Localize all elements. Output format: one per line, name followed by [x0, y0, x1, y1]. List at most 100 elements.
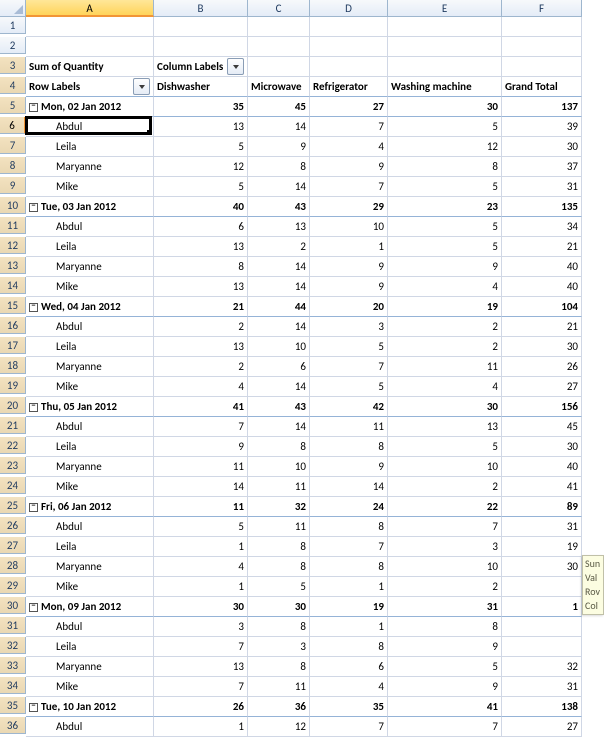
pivot-item-value[interactable]: 9	[310, 277, 388, 297]
row-header[interactable]: 26	[0, 517, 26, 534]
pivot-item-value[interactable]: 13	[248, 217, 310, 237]
pivot-item-row[interactable]: Abdul	[26, 517, 154, 537]
pivot-item-value[interactable]: 7	[388, 517, 502, 537]
pivot-item-value[interactable]: 7	[310, 717, 388, 737]
collapse-icon[interactable]	[29, 303, 38, 312]
pivot-group-value[interactable]: 135	[502, 197, 582, 217]
pivot-item-value[interactable]: 1	[154, 537, 248, 557]
row-header[interactable]: 27	[0, 537, 26, 554]
pivot-item-row[interactable]: Leila	[26, 237, 154, 257]
pivot-item-value[interactable]: 19	[502, 537, 582, 557]
pivot-item-value[interactable]: 8	[388, 157, 502, 177]
pivot-item-value[interactable]: 10	[310, 217, 388, 237]
pivot-item-value[interactable]: 5	[154, 177, 248, 197]
pivot-column-header[interactable]: Grand Total	[502, 77, 582, 97]
pivot-item-value[interactable]: 4	[388, 277, 502, 297]
row-labels-cell[interactable]: Row Labels	[26, 77, 154, 97]
pivot-item-value[interactable]: 11	[248, 677, 310, 697]
pivot-item-value[interactable]: 7	[310, 177, 388, 197]
pivot-item-value[interactable]: 8	[310, 437, 388, 457]
pivot-item-value[interactable]: 12	[248, 717, 310, 737]
pivot-item-value[interactable]: 13	[154, 337, 248, 357]
pivot-item-value[interactable]: 2	[388, 477, 502, 497]
collapse-icon[interactable]	[29, 703, 38, 712]
pivot-item-value[interactable]: 7	[310, 117, 388, 137]
pivot-item-value[interactable]: 10	[248, 337, 310, 357]
pivot-group-value[interactable]: 138	[502, 697, 582, 717]
pivot-item-value[interactable]: 9	[310, 157, 388, 177]
pivot-item-value[interactable]: 13	[154, 117, 248, 137]
pivot-group-value[interactable]: 19	[388, 297, 502, 317]
pivot-item-value[interactable]: 5	[388, 217, 502, 237]
pivot-group-value[interactable]: 31	[388, 597, 502, 617]
pivot-item-value[interactable]: 1	[154, 577, 248, 597]
pivot-group-value[interactable]: 156	[502, 397, 582, 417]
pivot-item-value[interactable]: 12	[388, 137, 502, 157]
row-header[interactable]: 11	[0, 217, 26, 234]
pivot-item-value[interactable]: 9	[310, 457, 388, 477]
pivot-group-value[interactable]: 30	[154, 597, 248, 617]
pivot-item-value[interactable]: 5	[310, 337, 388, 357]
row-header[interactable]: 12	[0, 237, 26, 254]
collapse-icon[interactable]	[29, 103, 38, 112]
row-header[interactable]: 15	[0, 297, 26, 314]
column-header-C[interactable]: C	[248, 0, 310, 17]
pivot-item-value[interactable]: 2	[154, 317, 248, 337]
cell[interactable]	[310, 57, 388, 77]
pivot-item-value[interactable]: 14	[154, 477, 248, 497]
row-header[interactable]: 18	[0, 357, 26, 374]
pivot-group-value[interactable]: 44	[248, 297, 310, 317]
pivot-item-value[interactable]: 9	[388, 677, 502, 697]
pivot-item-value[interactable]: 8	[310, 517, 388, 537]
row-header[interactable]: 5	[0, 97, 26, 114]
pivot-column-header[interactable]: Washing machine	[388, 77, 502, 97]
pivot-group-value[interactable]: 19	[310, 597, 388, 617]
pivot-item-value[interactable]: 8	[248, 437, 310, 457]
pivot-column-header[interactable]: Refrigerator	[310, 77, 388, 97]
pivot-item-value[interactable]: 5	[154, 137, 248, 157]
cell[interactable]	[388, 17, 502, 37]
pivot-item-value[interactable]: 40	[502, 257, 582, 277]
row-header[interactable]: 7	[0, 137, 26, 154]
row-header[interactable]: 17	[0, 337, 26, 354]
pivot-group-value[interactable]: 43	[248, 197, 310, 217]
select-all-corner[interactable]	[0, 0, 26, 17]
pivot-group-row[interactable]: Thu, 05 Jan 2012	[26, 397, 154, 417]
cell[interactable]	[310, 37, 388, 57]
row-header[interactable]: 3	[0, 57, 26, 74]
row-header[interactable]: 31	[0, 617, 26, 634]
pivot-item-value[interactable]: 14	[248, 377, 310, 397]
pivot-group-value[interactable]: 104	[502, 297, 582, 317]
pivot-item-value[interactable]: 8	[154, 257, 248, 277]
pivot-item-value[interactable]: 5	[388, 237, 502, 257]
pivot-item-value[interactable]: 9	[248, 137, 310, 157]
pivot-item-value[interactable]: 3	[154, 617, 248, 637]
column-labels-dropdown[interactable]	[227, 58, 244, 75]
pivot-item-value[interactable]: 5	[248, 577, 310, 597]
pivot-item-value[interactable]: 11	[154, 457, 248, 477]
pivot-item-value[interactable]: 14	[248, 417, 310, 437]
pivot-item-value[interactable]: 5	[310, 377, 388, 397]
row-header[interactable]: 13	[0, 257, 26, 274]
cell[interactable]	[388, 37, 502, 57]
pivot-item-value[interactable]: 11	[248, 477, 310, 497]
pivot-item-value[interactable]: 31	[502, 177, 582, 197]
row-header[interactable]: 36	[0, 717, 26, 734]
pivot-item-row[interactable]: Leila	[26, 137, 154, 157]
pivot-item-value[interactable]: 4	[310, 137, 388, 157]
pivot-column-header[interactable]: Dishwasher	[154, 77, 248, 97]
column-header-A[interactable]: A	[26, 0, 154, 17]
pivot-item-row[interactable]: Mike	[26, 477, 154, 497]
row-header[interactable]: 22	[0, 437, 26, 454]
pivot-item-value[interactable]: 7	[154, 637, 248, 657]
pivot-item-value[interactable]: 31	[502, 517, 582, 537]
pivot-item-value[interactable]: 2	[154, 357, 248, 377]
row-header[interactable]: 33	[0, 657, 26, 674]
column-labels-cell[interactable]: Column Labels	[154, 57, 248, 77]
pivot-item-value[interactable]: 21	[502, 237, 582, 257]
pivot-group-value[interactable]: 23	[388, 197, 502, 217]
pivot-item-value[interactable]: 3	[388, 537, 502, 557]
pivot-item-value[interactable]: 13	[154, 657, 248, 677]
pivot-item-value[interactable]: 7	[310, 537, 388, 557]
pivot-item-row[interactable]: Leila	[26, 337, 154, 357]
